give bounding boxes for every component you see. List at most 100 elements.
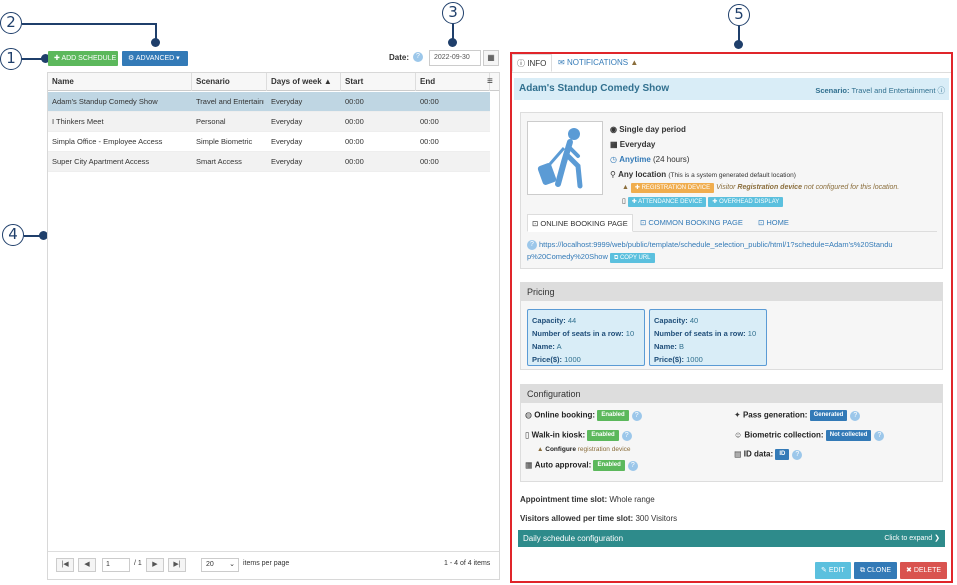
configuration-section: Configuration ◍ Online booking: Enabled?… [520,384,943,482]
detail-header: Adam's Standup Comedy Show Scenario: Tra… [514,78,949,100]
edit-button[interactable]: ✎ EDIT [815,562,851,579]
date-help-icon[interactable]: ? [413,52,423,62]
visitors-label: Visitors allowed per time slot: [520,514,634,523]
table-row[interactable]: Super City Apartment Access Smart Access… [48,152,490,172]
biometric-status: Not collected [825,430,872,441]
attendance-device-button[interactable]: ✚ ATTENDANCE DEVICE [627,197,707,207]
chevron-right-icon: ❯ [934,535,940,542]
overhead-display-label: OVERHEAD DISPLAY [719,199,780,205]
url-help-icon[interactable]: ? [527,240,537,251]
name-value: B [679,342,685,351]
visitors-value: 300 Visitors [635,514,678,523]
advanced-button[interactable]: ⚙ ADVANCED ▾ [122,51,188,66]
callout-2: 2 [0,12,22,34]
table-row[interactable]: Simpla Office - Employee Access Simple B… [48,132,490,152]
callout-3: 3 [442,2,464,24]
callout-4: 4 [2,224,24,246]
help-icon[interactable]: ? [631,410,642,421]
scenario-label: Scenario: [815,86,850,95]
info-circle-icon: ⓘ [937,86,946,95]
help-icon[interactable]: ? [850,410,861,421]
location-note: (This is a system generated default loca… [668,172,796,179]
help-icon[interactable]: ? [627,460,638,471]
daily-schedule-bar[interactable]: Daily schedule configuration Click to ex… [518,530,945,547]
col-name[interactable]: Name [48,73,192,91]
callout-2-dot [151,38,160,47]
next-page-button[interactable]: ▶ [146,558,164,572]
seats-row-label: Number of seats in a row: [654,329,746,338]
overhead-display-button[interactable]: ✚ OVERHEAD DISPLAY [708,197,784,207]
add-schedule-button[interactable]: ✚ ADD SCHEDULE [48,51,118,66]
name-label: Name: [654,342,677,351]
envelope-icon: ✉ [558,58,567,67]
calendar-icon[interactable]: ▦ [483,50,499,66]
tab-common-booking[interactable]: ⊡ COMMON BOOKING PAGE [636,214,747,232]
schedule-detail-panel: ⓘ INFO ✉ NOTIFICATIONS ▲ Adam's Standup … [510,52,953,583]
registration-device-button[interactable]: ✚ REGISTRATION DEVICE [630,183,715,193]
price-label: Price($): [654,355,685,364]
page-size-select[interactable]: 20 ⌄ [201,558,239,572]
help-icon[interactable]: ? [621,430,632,441]
tab-online-booking[interactable]: ⊡ ONLINE BOOKING PAGE [527,214,633,232]
grid-pager: |◀ ◀ 1 / 1 ▶ ▶| 20 ⌄ items per page 1 - 4… [48,551,499,579]
time-slot-line: Appointment time slot: Whole range [520,495,655,504]
location-text: Any location [618,170,667,179]
col-days[interactable]: Days of week ▲ [267,73,341,91]
pass-gen-status: Generated [809,410,848,421]
col-scenario[interactable]: Scenario [192,73,267,91]
id-data-status: ID [775,449,790,460]
tab-home[interactable]: ⊡ HOME [754,214,793,232]
copy-url-button[interactable]: ⧉ COPY URL [609,253,655,263]
close-icon: ✖ [906,567,914,574]
delete-button[interactable]: ✖ DELETE [900,562,948,579]
table-row[interactable]: I Thinkers Meet Personal Everyday 00:00 … [48,112,490,132]
column-menu-icon[interactable]: ≡ [484,73,499,91]
help-icon[interactable]: ? [874,430,885,441]
online-booking-row: ◍ Online booking: Enabled? [525,410,642,421]
smile-icon: ☺ [734,430,745,440]
table-row[interactable]: Adam's Standup Comedy Show Travel and En… [48,92,490,112]
tab-underline [512,72,951,73]
page-size-value: 20 [206,561,214,568]
tab-notifications[interactable]: ✉ NOTIFICATIONS ▲ [554,54,642,72]
price-value: 1000 [686,355,703,364]
tab-notifications-label: NOTIFICATIONS [566,58,629,67]
clone-button[interactable]: ⧉ CLONE [854,562,898,579]
booking-url[interactable]: ? https://localhost:9999/web/public/templ… [527,239,941,263]
page-input[interactable]: 1 [102,558,130,572]
date-label: Date: [389,53,410,62]
schedule-grid: Name Scenario Days of week ▲ Start End ≡… [47,72,500,580]
ticket-icon: ✦ [734,410,743,420]
schedule-title: Adam's Standup Comedy Show [519,83,670,94]
last-page-button[interactable]: ▶| [168,558,186,572]
row-days: Everyday [271,117,303,126]
reg-warning-2: not configured for this location. [803,184,900,191]
row-start: 00:00 [345,157,364,166]
online-booking-label: Online booking: [534,410,596,420]
daily-schedule-label: Daily schedule configuration [523,534,624,543]
first-page-button[interactable]: |◀ [56,558,74,572]
row-name: Simpla Office - Employee Access [52,137,163,146]
radio-dot-icon: ◉ [610,125,620,134]
date-input[interactable]: 2022-09-30 [429,50,481,66]
seats-row-value: 10 [747,329,757,338]
row-scenario: Personal [196,117,226,126]
copy-url-label: COPY URL [619,255,651,261]
expand-hint: Click to expand ❯ [884,530,940,547]
items-summary: 1 - 4 of 4 items [444,560,491,567]
row-scenario: Simple Biometric [196,137,253,146]
items-per-page-label: items per page [243,560,290,567]
tab-common-booking-label: COMMON BOOKING PAGE [648,218,743,227]
biometric-row: ☺ Biometric collection: Not collected? [734,430,885,441]
grid-header: Name Scenario Days of week ▲ Start End ≡ [48,73,499,91]
tab-info[interactable]: ⓘ INFO [512,54,552,72]
help-icon[interactable]: ? [792,449,803,460]
col-end[interactable]: End [416,73,490,91]
seats-row-value: 10 [625,329,635,338]
configure-reg-row[interactable]: ▲ Configure registration device [537,446,631,453]
tablet-icon: ▯ [525,430,532,440]
map-pin-icon: ⚲ [610,170,619,179]
col-start[interactable]: Start [341,73,416,91]
prev-page-button[interactable]: ◀ [78,558,96,572]
location-line: ⚲ Any location (This is a system generat… [610,170,796,179]
